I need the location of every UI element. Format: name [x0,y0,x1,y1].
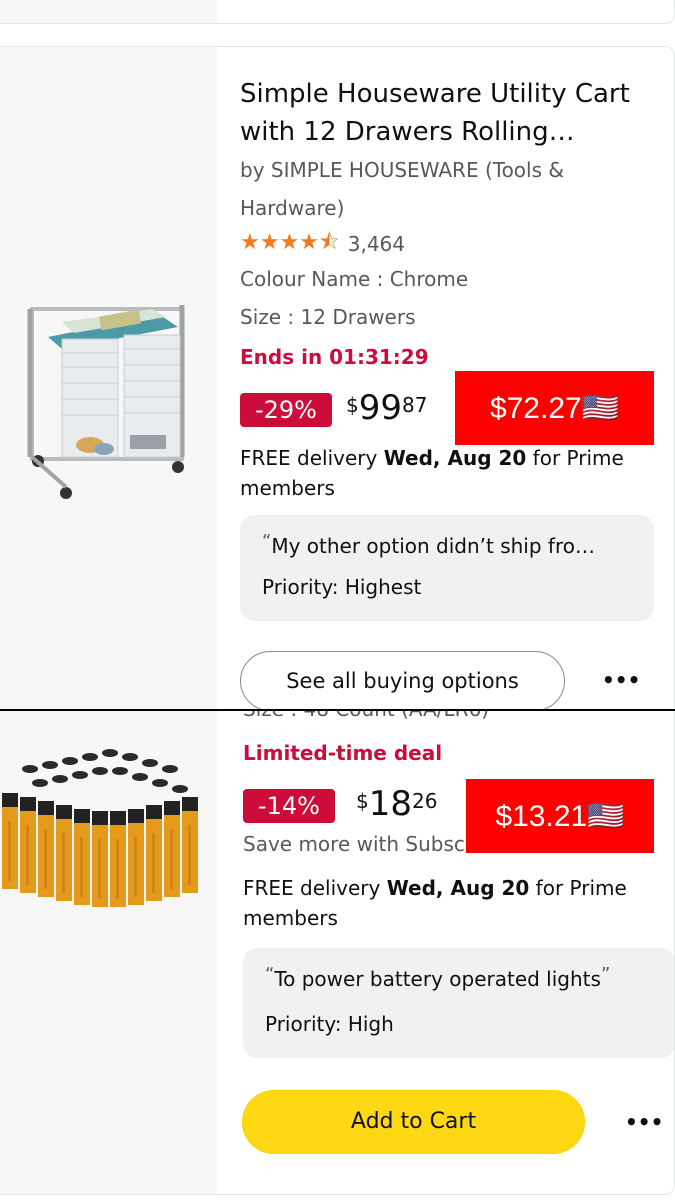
deal-countdown: Ends in 01:31:29 [240,345,429,369]
note-quote: “To power battery operated lights” [265,964,665,991]
rating-count: 3,464 [347,232,405,256]
close-quote-icon: ” [600,964,611,985]
delivery-date: Wed, Aug 20 [383,446,527,470]
note-priority: Priority: Highest [262,575,422,599]
see-all-buying-options-button[interactable]: See all buying options [240,651,565,710]
more-options-icon[interactable]: ••• [625,1107,663,1137]
note-box[interactable]: “To power battery operated lights” Prior… [243,948,674,1058]
note-quote-text: To power battery operated lights [274,967,601,991]
open-quote-icon: “ [262,531,272,552]
product-image-area[interactable] [0,47,217,710]
open-quote-icon: “ [265,964,275,985]
price-symbol: $ [346,393,359,417]
discount-badge: -14% [243,789,335,823]
size-name: Size : 48 Count (AA/LR6) [243,711,489,721]
price-fraction: 87 [402,393,428,417]
price-symbol: $ [356,789,369,813]
previous-product-card [0,0,675,24]
delivery-info: FREE delivery Wed, Aug 20 for Prime memb… [243,873,663,933]
price-overlay: $13.21🇺🇸 [466,779,654,853]
delivery-date: Wed, Aug 20 [386,876,530,900]
delivery-prefix: FREE delivery [240,446,384,470]
note-quote: “My other option didn’t ship fro… [262,531,642,558]
note-box[interactable]: “My other option didn’t ship fro… Priori… [240,515,654,621]
price-whole: 18 [368,784,412,824]
rating-row[interactable]: ★★★★⯪ 3,464 [240,229,405,259]
product-price: $ 99 87 [346,389,427,427]
star-rating-icon: ★★★★⯪ [240,230,340,255]
discount-badge: -29% [240,393,332,427]
note-priority: Priority: High [265,1012,394,1036]
previous-product-image-area [0,0,217,23]
product-card-batteries[interactable]: Size : 48 Count (AA/LR6) Limited-time de… [0,711,675,1195]
product-byline[interactable]: by SIMPLE HOUSEWARE (Tools & Hardware) [240,151,640,227]
product-image-area[interactable] [0,711,217,1195]
note-quote-text: My other option didn’t ship fro… [271,534,595,558]
product-card-utility-cart[interactable]: Simple Houseware Utility Cart with 12 Dr… [0,46,675,710]
price-fraction: 26 [412,789,438,813]
product-price: $ 18 26 [356,785,437,823]
price-overlay: $72.27🇺🇸 [455,371,654,445]
more-options-icon[interactable]: ••• [602,665,640,695]
delivery-info: FREE delivery Wed, Aug 20 for Prime memb… [240,443,660,503]
add-to-cart-button[interactable]: Add to Cart [242,1090,585,1154]
limited-time-deal: Limited-time deal [243,741,443,765]
size-name: Size : 12 Drawers [240,305,416,329]
colour-name: Colour Name : Chrome [240,267,469,291]
delivery-prefix: FREE delivery [243,876,387,900]
batteries-image[interactable] [0,711,217,1195]
utility-cart-image[interactable] [0,47,217,710]
product-title[interactable]: Simple Houseware Utility Cart with 12 Dr… [240,75,660,151]
price-whole: 99 [358,388,402,428]
